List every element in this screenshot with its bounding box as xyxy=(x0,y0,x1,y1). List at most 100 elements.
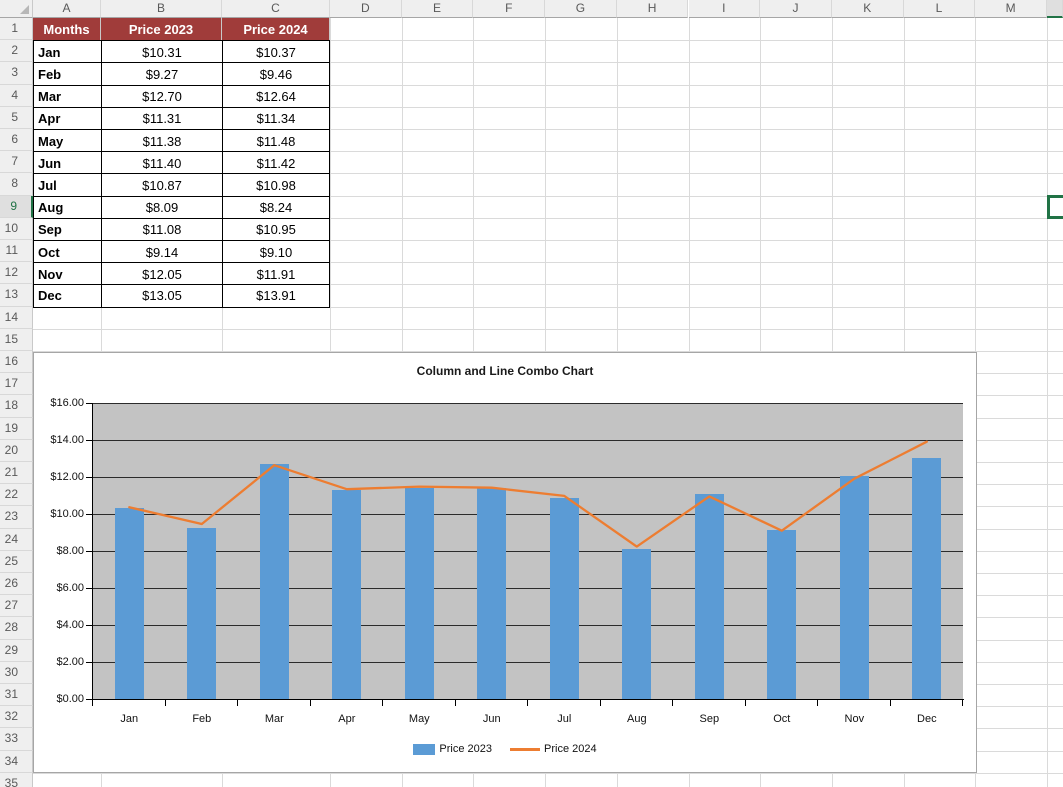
row-header-8[interactable]: 8 xyxy=(0,173,33,195)
row-header-6[interactable]: 6 xyxy=(0,129,33,151)
cell-price2023-oct[interactable]: $9.14 xyxy=(101,240,222,263)
cell-month-may[interactable]: May xyxy=(33,129,101,152)
row-header-9[interactable]: 9 xyxy=(0,196,33,218)
column-header-I[interactable]: I xyxy=(689,0,761,18)
y-tick xyxy=(86,625,93,626)
cell-month-dec[interactable]: Dec xyxy=(33,284,101,307)
column-header-L[interactable]: L xyxy=(904,0,976,18)
row-header-13[interactable]: 13 xyxy=(0,284,33,306)
cell-month-mar[interactable]: Mar xyxy=(33,85,101,108)
row-header-23[interactable]: 23 xyxy=(0,506,33,528)
column-header-C[interactable]: C xyxy=(222,0,330,18)
cell-price2023-nov[interactable]: $12.05 xyxy=(101,262,222,285)
row-header-20[interactable]: 20 xyxy=(0,440,33,462)
combo-chart[interactable]: Column and Line Combo Chart $0.00$2.00$4… xyxy=(33,352,977,773)
spreadsheet-grid[interactable]: ABCDEFGHIJKLM 12345678910111213141516171… xyxy=(0,0,1063,787)
cell-price2024-jan[interactable]: $10.37 xyxy=(222,40,330,63)
row-header-10[interactable]: 10 xyxy=(0,218,33,240)
row-header-14[interactable]: 14 xyxy=(0,307,33,329)
table-header-months[interactable]: Months xyxy=(33,18,101,40)
x-tick xyxy=(817,699,818,706)
column-header-A[interactable]: A xyxy=(33,0,101,18)
row-header-15[interactable]: 15 xyxy=(0,329,33,351)
row-header-18[interactable]: 18 xyxy=(0,395,33,417)
column-header-G[interactable]: G xyxy=(545,0,617,18)
cell-month-oct[interactable]: Oct xyxy=(33,240,101,263)
row-header-19[interactable]: 19 xyxy=(0,418,33,440)
row-header-21[interactable]: 21 xyxy=(0,462,33,484)
row-header-4[interactable]: 4 xyxy=(0,85,33,107)
cell-price2023-jul[interactable]: $10.87 xyxy=(101,173,222,196)
cell-price2024-may[interactable]: $11.48 xyxy=(222,129,330,152)
row-header-29[interactable]: 29 xyxy=(0,640,33,662)
legend-item-price-2023[interactable]: Price 2023 xyxy=(413,743,492,755)
cell-price2024-mar[interactable]: $12.64 xyxy=(222,85,330,108)
table-header-price-2024[interactable]: Price 2024 xyxy=(222,18,330,40)
table-header-price-2023[interactable]: Price 2023 xyxy=(101,18,222,40)
chart-legend[interactable]: Price 2023 Price 2024 xyxy=(34,741,976,757)
row-header-2[interactable]: 2 xyxy=(0,40,33,62)
cell-month-jan[interactable]: Jan xyxy=(33,40,101,63)
cell-price2023-jan[interactable]: $10.31 xyxy=(101,40,222,63)
row-header-26[interactable]: 26 xyxy=(0,573,33,595)
row-header-25[interactable]: 25 xyxy=(0,551,33,573)
row-header-30[interactable]: 30 xyxy=(0,662,33,684)
cell-month-sep[interactable]: Sep xyxy=(33,218,101,241)
column-header-E[interactable]: E xyxy=(402,0,474,18)
line-series-price-2024[interactable] xyxy=(93,403,963,699)
cell-price2023-apr[interactable]: $11.31 xyxy=(101,107,222,130)
legend-item-price-2024[interactable]: Price 2024 xyxy=(510,743,597,755)
cell-price2024-jul[interactable]: $10.98 xyxy=(222,173,330,196)
row-header-27[interactable]: 27 xyxy=(0,595,33,617)
row-header-33[interactable]: 33 xyxy=(0,728,33,750)
row-header-16[interactable]: 16 xyxy=(0,351,33,373)
row-header-11[interactable]: 11 xyxy=(0,240,33,262)
cell-price2023-mar[interactable]: $12.70 xyxy=(101,85,222,108)
row-header-1[interactable]: 1 xyxy=(0,18,33,40)
cell-price2023-sep[interactable]: $11.08 xyxy=(101,218,222,241)
cell-price2024-oct[interactable]: $9.10 xyxy=(222,240,330,263)
select-all-corner[interactable] xyxy=(0,0,33,18)
row-header-34[interactable]: 34 xyxy=(0,751,33,773)
cell-price2024-aug[interactable]: $8.24 xyxy=(222,196,330,219)
row-header-7[interactable]: 7 xyxy=(0,151,33,173)
row-header-35[interactable]: 35 xyxy=(0,773,33,787)
row-header-32[interactable]: 32 xyxy=(0,706,33,728)
cell-price2024-nov[interactable]: $11.91 xyxy=(222,262,330,285)
cell-month-apr[interactable]: Apr xyxy=(33,107,101,130)
row-header-31[interactable]: 31 xyxy=(0,684,33,706)
cell-price2023-jun[interactable]: $11.40 xyxy=(101,151,222,174)
row-header-28[interactable]: 28 xyxy=(0,617,33,639)
cell-price2023-dec[interactable]: $13.05 xyxy=(101,284,222,307)
column-header-B[interactable]: B xyxy=(101,0,222,18)
cell-month-nov[interactable]: Nov xyxy=(33,262,101,285)
cell-month-jun[interactable]: Jun xyxy=(33,151,101,174)
column-header-H[interactable]: H xyxy=(617,0,689,18)
cell-month-jul[interactable]: Jul xyxy=(33,173,101,196)
column-header-J[interactable]: J xyxy=(760,0,832,18)
cell-month-aug[interactable]: Aug xyxy=(33,196,101,219)
row-header-24[interactable]: 24 xyxy=(0,529,33,551)
row-header-5[interactable]: 5 xyxy=(0,107,33,129)
column-header-K[interactable]: K xyxy=(832,0,904,18)
cell-price2024-apr[interactable]: $11.34 xyxy=(222,107,330,130)
row-header-17[interactable]: 17 xyxy=(0,373,33,395)
cell-price2024-dec[interactable]: $13.91 xyxy=(222,284,330,307)
cell-price2023-feb[interactable]: $9.27 xyxy=(101,62,222,85)
column-header-D[interactable]: D xyxy=(330,0,402,18)
row-header-3[interactable]: 3 xyxy=(0,62,33,84)
active-cell-selection[interactable] xyxy=(1047,195,1063,219)
row-header-22[interactable]: 22 xyxy=(0,484,33,506)
cell-price2024-jun[interactable]: $11.42 xyxy=(222,151,330,174)
column-header-F[interactable]: F xyxy=(473,0,545,18)
cell-price2024-feb[interactable]: $9.46 xyxy=(222,62,330,85)
cell-price2024-sep[interactable]: $10.95 xyxy=(222,218,330,241)
cell-price2023-aug[interactable]: $8.09 xyxy=(101,196,222,219)
x-tick xyxy=(92,699,93,706)
row-header-12[interactable]: 12 xyxy=(0,262,33,284)
column-header-active-clipped[interactable] xyxy=(1047,0,1063,18)
cell-month-feb[interactable]: Feb xyxy=(33,62,101,85)
column-header-M[interactable]: M xyxy=(975,0,1047,18)
y-tick xyxy=(86,440,93,441)
cell-price2023-may[interactable]: $11.38 xyxy=(101,129,222,152)
